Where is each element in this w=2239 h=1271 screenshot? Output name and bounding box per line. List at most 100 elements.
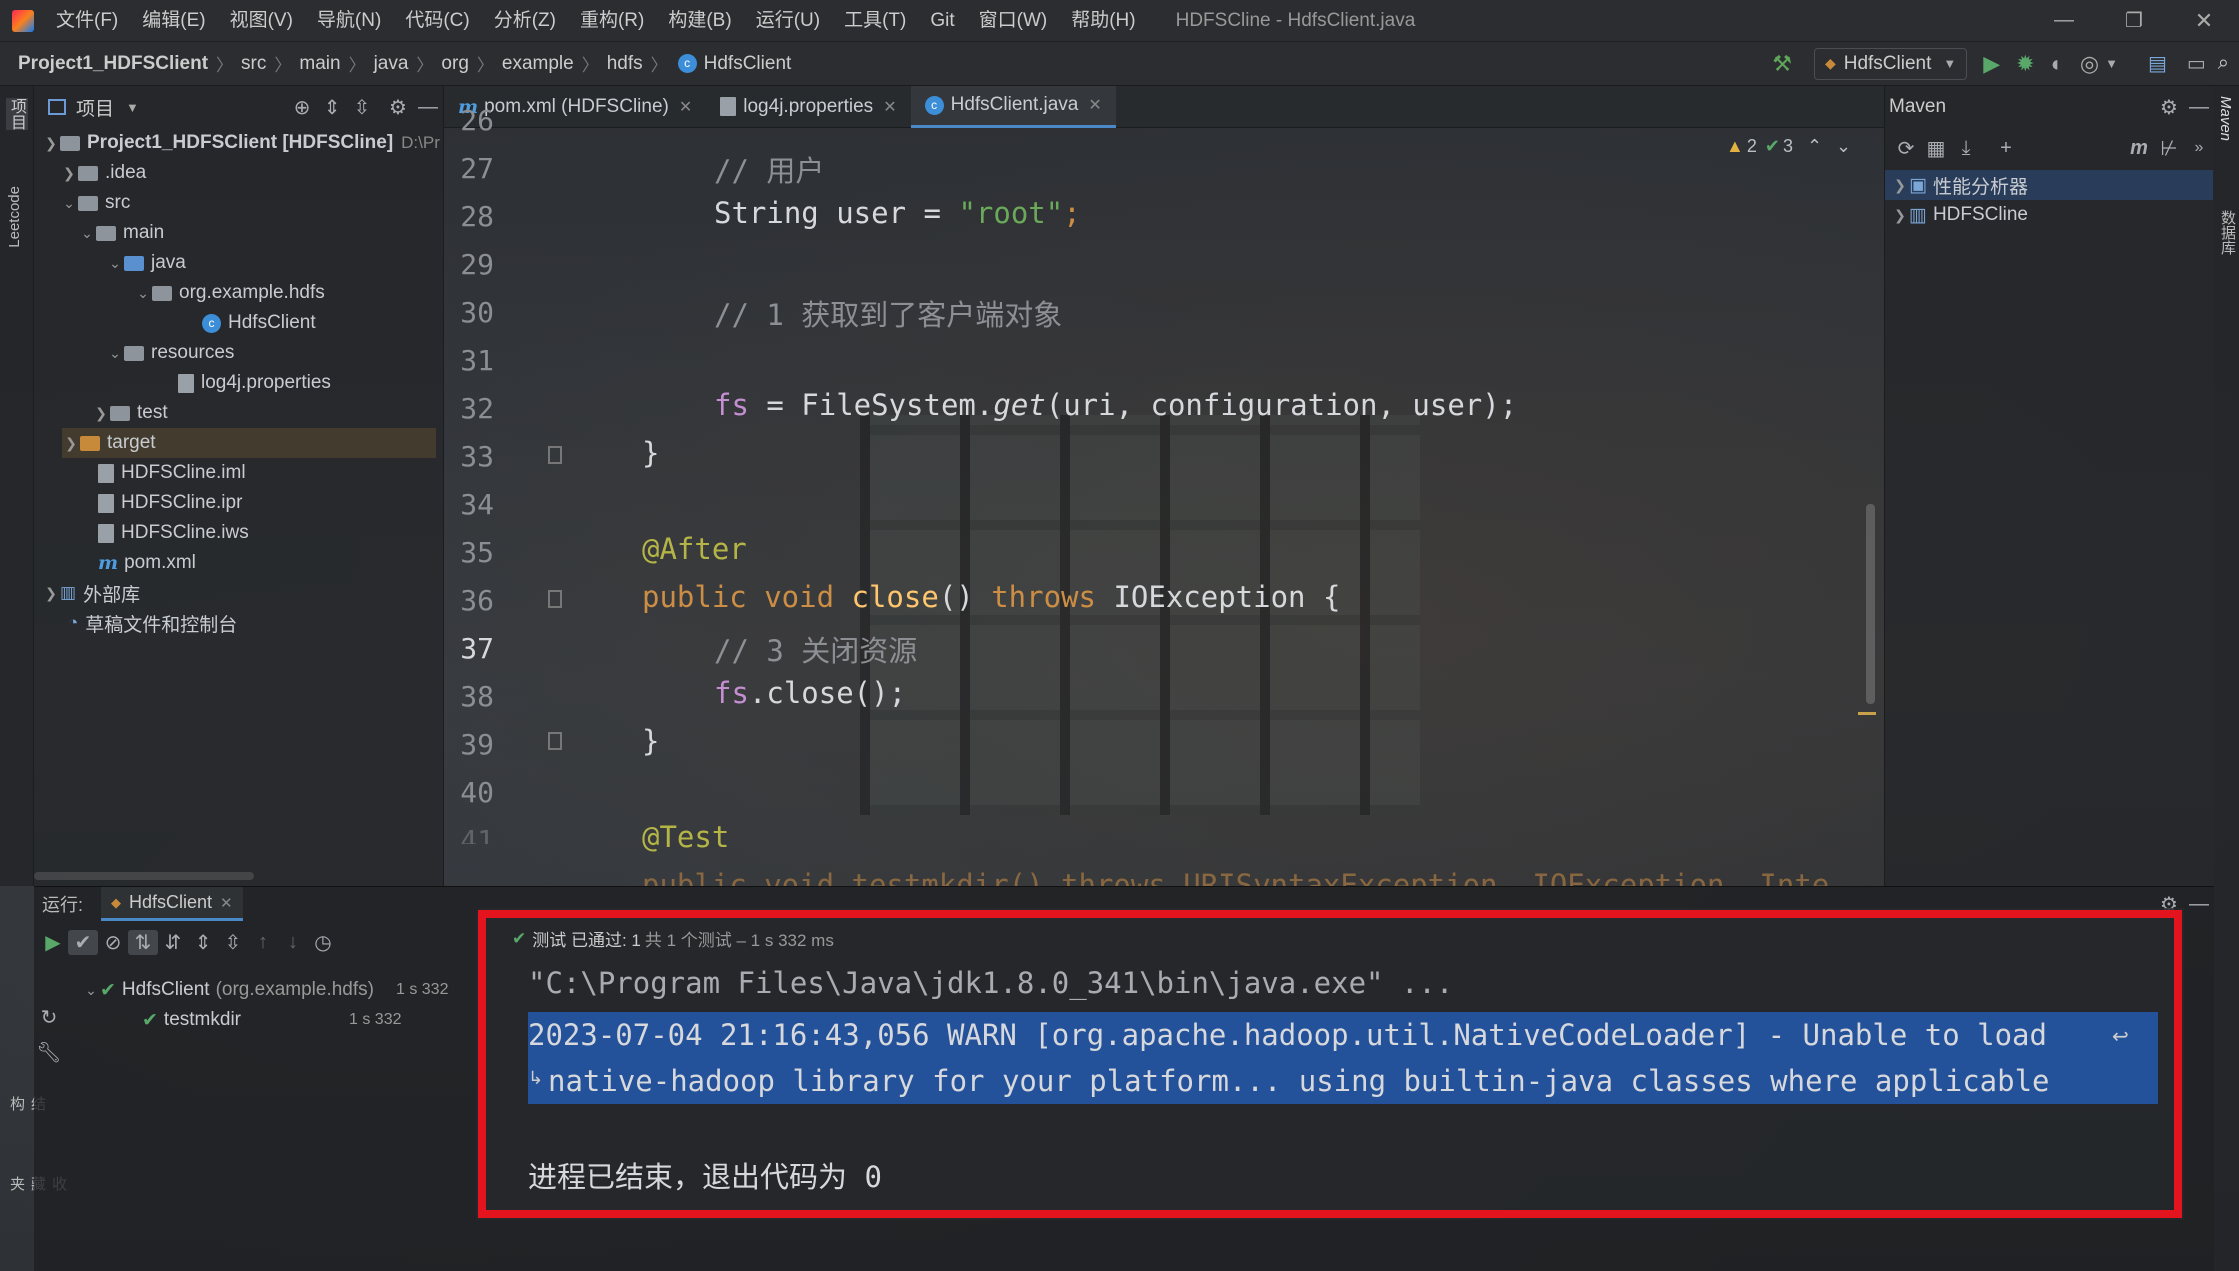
tree-target[interactable]: ❯ target <box>62 428 436 458</box>
menu-refactor[interactable]: 重构(R) <box>568 0 656 42</box>
debug-icon[interactable]: ✹ <box>2016 51 2034 77</box>
next-failed-icon[interactable]: ↓ <box>278 931 308 954</box>
breadcrumb-example[interactable]: example <box>502 53 574 75</box>
project-tool-button[interactable]: 项目 <box>6 98 28 130</box>
database-tool-button[interactable]: 数据库 <box>2217 210 2238 255</box>
profiler-icon[interactable]: ◎ <box>2080 51 2099 77</box>
test-tree-method[interactable]: ✔ testmkdir 1 s 332 ms <box>142 1005 407 1035</box>
breadcrumb-class[interactable]: HdfsClient <box>704 53 792 75</box>
code-line-36[interactable]: // 3 关闭资源 <box>714 628 917 670</box>
tree-iml[interactable]: HDFSCline.iml <box>98 458 246 488</box>
tree-log4j[interactable]: log4j.properties <box>178 368 331 398</box>
run-tab[interactable]: ◆ HdfsClient ✕ <box>101 887 243 921</box>
tree-root[interactable]: ❯ Project1_HDFSClient [HDFSCline] D:\Pr <box>42 128 440 158</box>
tree-ipr[interactable]: HDFSCline.ipr <box>98 488 242 518</box>
coverage-icon[interactable]: ◐ <box>2051 51 2064 77</box>
menu-run[interactable]: 运行(U) <box>744 0 832 42</box>
tree-iws[interactable]: HDFSCline.iws <box>98 518 249 548</box>
collapse-all-icon[interactable]: ⇳ <box>218 930 248 955</box>
tree-scratches[interactable]: ◔ 草稿文件和控制台 <box>68 608 237 638</box>
folder-reload-icon[interactable]: ▦ <box>1921 136 1951 161</box>
menu-tools[interactable]: 工具(T) <box>832 0 918 42</box>
maven-tool-button[interactable]: Maven <box>2217 96 2234 141</box>
code-line-34[interactable]: @After <box>642 532 747 566</box>
close-icon[interactable]: ✕ <box>220 894 233 912</box>
expand-all-icon[interactable]: ⇕ <box>317 95 347 120</box>
reload-icon[interactable]: ⟳ <box>1891 136 1921 161</box>
layout-icon[interactable]: ▭ <box>2187 51 2206 76</box>
code-line-29[interactable]: // 1 获取到了客户端对象 <box>714 292 1062 334</box>
settings-wrench-icon[interactable]: 🔧︎ <box>34 1040 64 1065</box>
project-panel-title[interactable]: 项目 <box>76 94 114 121</box>
code-line-40[interactable]: @Test <box>642 820 729 854</box>
menu-window[interactable]: 窗口(W) <box>967 0 1060 42</box>
prev-highlight-icon[interactable]: ⌃ <box>1807 136 1822 157</box>
code-line-38[interactable]: } <box>642 724 659 758</box>
code-line-26[interactable]: // 用户 <box>714 148 824 190</box>
run-config-dropdown[interactable]: ◆ HdfsClient ▼ <box>1813 47 1968 80</box>
close-icon[interactable]: ✕ <box>1088 95 1101 115</box>
maven-item-project[interactable]: ❯ ▥ HDFSCline <box>1885 200 2028 230</box>
gear-icon[interactable]: ⚙ <box>383 95 413 120</box>
run-icon[interactable]: ▶ <box>1983 51 2000 77</box>
show-ignored-icon[interactable]: ⊘ <box>98 930 128 955</box>
breadcrumb-main[interactable]: main <box>299 53 340 75</box>
code-line-37[interactable]: fs.close(); <box>714 676 906 710</box>
tree-src[interactable]: ⌄ src <box>60 188 130 218</box>
menu-edit[interactable]: 编辑(E) <box>130 0 217 42</box>
breadcrumb-java[interactable]: java <box>374 53 409 75</box>
next-highlight-icon[interactable]: ⌄ <box>1836 136 1851 157</box>
chevron-down-icon[interactable]: ▼ <box>126 100 139 115</box>
build-hammer-icon[interactable]: ⚒ <box>1772 51 1792 77</box>
gear-icon[interactable]: ⚙ <box>2154 95 2184 120</box>
close-icon[interactable]: ✕ <box>679 97 692 117</box>
fold-marker[interactable] <box>548 446 562 464</box>
horizontal-scrollbar[interactable] <box>34 872 254 880</box>
add-icon[interactable]: + <box>1991 137 2021 160</box>
breadcrumb-src[interactable]: src <box>241 53 266 75</box>
expand-all-icon[interactable]: ⇕ <box>188 930 218 955</box>
menu-file[interactable]: 文件(F) <box>44 0 130 42</box>
menu-view[interactable]: 视图(V) <box>218 0 305 42</box>
sort-alpha-icon[interactable]: ⇅ <box>128 929 158 955</box>
hide-panel-icon[interactable]: — <box>2184 96 2214 119</box>
hide-panel-icon[interactable]: — <box>2184 893 2214 916</box>
restore-icon[interactable]: ❐ <box>2099 8 2169 33</box>
sort-duration-icon[interactable]: ⇵ <box>158 930 188 955</box>
code-line-27[interactable]: String user = "root"; <box>714 196 1081 230</box>
show-passed-icon[interactable]: ✔ <box>68 929 98 955</box>
menu-build[interactable]: 构建(B) <box>656 0 743 42</box>
breadcrumb-hdfs[interactable]: hdfs <box>607 53 643 75</box>
download-icon[interactable]: ⤓ <box>1951 137 1981 160</box>
rerun-icon[interactable]: ▶ <box>38 930 68 955</box>
close-window-icon[interactable]: ✕ <box>2169 8 2239 34</box>
tree-pom[interactable]: m pom.xml <box>98 548 196 578</box>
fold-marker[interactable] <box>548 590 562 608</box>
skip-tests-icon[interactable]: ⊬ <box>2154 136 2184 161</box>
tree-package[interactable]: ⌄ org.example.hdfs <box>134 278 325 308</box>
tree-hdfsclient[interactable]: c HdfsClient <box>202 308 316 338</box>
tree-resources[interactable]: ⌄ resources <box>106 338 234 368</box>
tree-test[interactable]: ❯ test <box>92 398 168 428</box>
tab-hdfsclient[interactable]: c HdfsClient.java ✕ <box>910 85 1116 128</box>
breadcrumb-org[interactable]: org <box>441 53 468 75</box>
tree-main[interactable]: ⌄ main <box>78 218 164 248</box>
locate-icon[interactable]: ⊕ <box>287 95 317 120</box>
code-line-41[interactable]: public void testmkdir() throws URISyntax… <box>642 868 1829 886</box>
code-line-31[interactable]: fs = FileSystem.get(uri, configuration, … <box>714 388 1517 422</box>
minimize-icon[interactable]: — <box>2029 9 2099 32</box>
maven-item-profiler[interactable]: ❯ ▣ 性能分析器 <box>1885 170 2213 200</box>
inspection-widget[interactable]: ▲ 2 ✔ 3 ⌃ ⌄ <box>1726 136 1851 157</box>
code-line-32[interactable]: } <box>642 436 659 470</box>
editor-scrollbar[interactable] <box>1866 504 1875 704</box>
test-tree-class[interactable]: ⌄ ✔ HdfsClient (org.example.hdfs) 1 s 332… <box>82 975 454 1005</box>
fold-marker[interactable] <box>548 732 562 750</box>
menu-code[interactable]: 代码(C) <box>393 0 481 42</box>
hide-panel-icon[interactable]: — <box>413 96 443 119</box>
more-run-icon[interactable]: ▼ <box>2105 56 2118 71</box>
maven-goal-icon[interactable]: m <box>2124 137 2154 160</box>
tab-log4j[interactable]: log4j.properties ✕ <box>706 86 910 128</box>
menu-help[interactable]: 帮助(H) <box>1059 0 1147 42</box>
code-line-35[interactable]: public void close() throws IOException { <box>642 580 1340 614</box>
tree-idea[interactable]: ❯ .idea <box>60 158 146 188</box>
